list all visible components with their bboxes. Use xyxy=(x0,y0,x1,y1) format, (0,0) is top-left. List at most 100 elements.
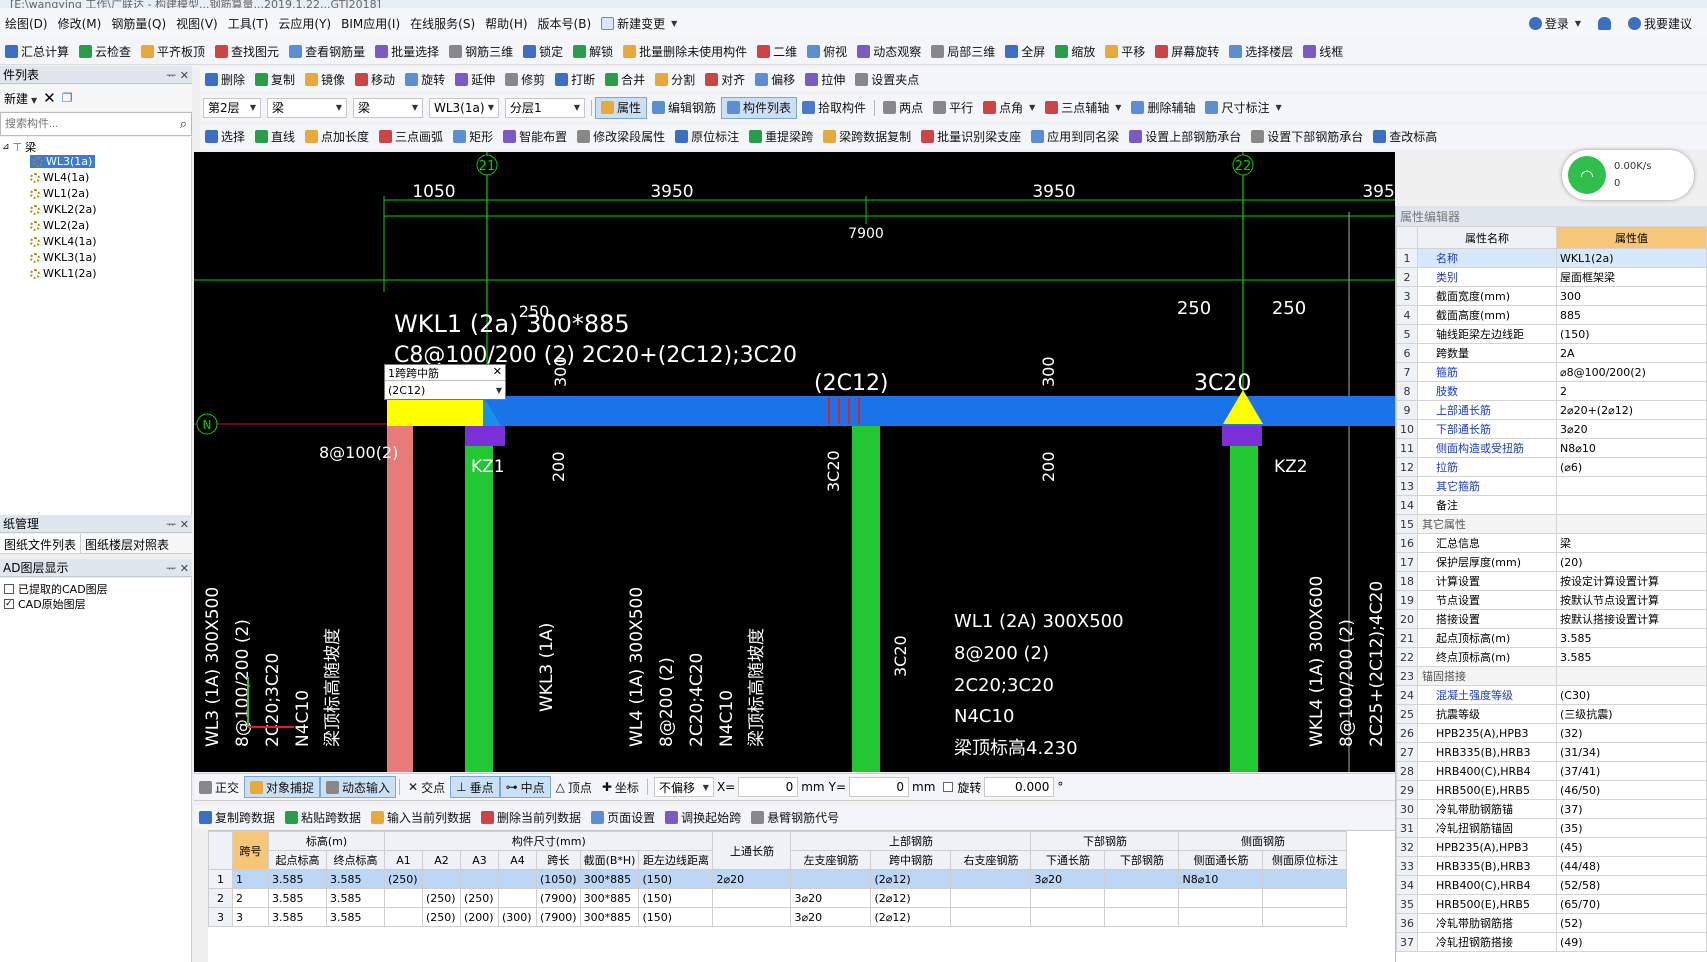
cat1-select[interactable]: 梁 ▼ xyxy=(267,97,347,118)
draw-toolbar-btn-5[interactable]: 智能布置 xyxy=(498,124,572,149)
menu-bim[interactable]: BIM应用(I) xyxy=(336,8,405,38)
prop-row[interactable]: 36 冷轧带肋钢筋搭 (52) xyxy=(1396,913,1707,933)
main-toolbar-btn-15[interactable]: 缩放 xyxy=(1050,38,1100,64)
menu-version[interactable]: 版本号(B) xyxy=(533,8,597,38)
layer-extracted[interactable]: 已提取的CAD图层 xyxy=(4,581,108,597)
tab-drawing-files[interactable]: 图纸文件列表 xyxy=(0,534,82,553)
parallel-button[interactable]: 平行 xyxy=(928,94,978,121)
draw-toolbar-btn-8[interactable]: 重提梁跨 xyxy=(744,124,818,149)
main-toolbar-btn-16[interactable]: 平移 xyxy=(1100,38,1150,64)
floor-select[interactable]: 第2层 ▼ xyxy=(203,97,261,118)
prop-row[interactable]: 24 混凝土强度等级 (C30) xyxy=(1396,685,1707,705)
draw-toolbar-btn-6[interactable]: 修改梁段属性 xyxy=(572,124,670,149)
snap-intersect[interactable]: ✕ 交点 xyxy=(403,774,450,800)
comp-select[interactable]: WL3(1a) ▼ xyxy=(429,97,499,118)
prop-row[interactable]: 19 节点设置 按默认节点设置计算 xyxy=(1396,590,1707,610)
table-row[interactable]: 2 2 3.585 3.585 (250) (250) (7900) 300*885 (150)… xyxy=(208,888,1348,908)
main-toolbar-btn-18[interactable]: 选择楼层 xyxy=(1224,38,1298,64)
popup-close-icon[interactable]: ✕ xyxy=(493,365,502,380)
tree-item-wkl1[interactable]: WKL1(2a) xyxy=(30,267,97,280)
main-toolbar-btn-5[interactable]: 批量选择 xyxy=(370,38,444,64)
main-toolbar-btn-1[interactable]: 云检查 xyxy=(74,38,136,64)
prop-row[interactable]: 22 终点顶标高(m) 3.585 xyxy=(1396,647,1707,667)
prop-row[interactable]: 16 汇总信息梁 xyxy=(1396,533,1707,553)
main-toolbar-btn-7[interactable]: 锁定 xyxy=(518,38,568,64)
table-toolbar-btn-4[interactable]: 页面设置 xyxy=(586,805,660,829)
main-toolbar-btn-8[interactable]: 解锁 xyxy=(568,38,618,64)
main-toolbar-btn-13[interactable]: 局部三维 xyxy=(926,38,1000,64)
prop-row[interactable]: 18 计算设置 按设定计算设置计算 xyxy=(1396,571,1707,591)
cat2-select[interactable]: 梁 ▼ xyxy=(353,97,423,118)
del-aux-button[interactable]: 删除辅轴 xyxy=(1126,94,1200,121)
draw-toolbar-btn-1[interactable]: 直线 xyxy=(250,124,300,149)
prop-row[interactable]: 12 拉筋 (⌀6) xyxy=(1396,457,1707,477)
edit-toolbar-btn-12[interactable]: 拉伸 xyxy=(800,67,850,92)
pick-comp-button[interactable]: 拾取构件 xyxy=(797,94,871,121)
prop-row[interactable]: 13 其它箍筋 xyxy=(1396,476,1707,496)
prop-row[interactable]: 5 轴线距梁左边线距 (150) xyxy=(1396,324,1707,344)
prop-row[interactable]: 11 侧面构造或受扭筋 N8⌀10 xyxy=(1396,438,1707,458)
draw-toolbar-btn-2[interactable]: 点加长度 xyxy=(300,124,374,149)
prop-row[interactable]: 21 起点顶标高(m) 3.585 xyxy=(1396,628,1707,648)
chevron-down-icon[interactable]: ▼ xyxy=(496,386,502,395)
layer-original[interactable]: ✓ CAD原始图层 xyxy=(4,596,86,612)
edit-toolbar-btn-8[interactable]: 合并 xyxy=(600,67,650,92)
tree-item-wl2[interactable]: WL2(2a) xyxy=(30,219,89,232)
menu-rebar[interactable]: 钢筋量(Q) xyxy=(106,8,171,38)
snap-perp[interactable]: ⊥ 垂点 xyxy=(450,776,500,798)
edit-toolbar-btn-10[interactable]: 对齐 xyxy=(700,67,750,92)
edit-rebar-button[interactable]: 编辑钢筋 xyxy=(647,94,721,121)
main-toolbar-btn-17[interactable]: 屏幕旋转 xyxy=(1150,38,1224,64)
prop-row[interactable]: 32 HPB235(A),HPB3 (45) xyxy=(1396,837,1707,857)
point-angle-button[interactable]: 点角 ▼ xyxy=(978,94,1040,121)
edit-toolbar-btn-2[interactable]: 镜像 xyxy=(300,67,350,92)
search-icon[interactable]: ⌕ xyxy=(180,117,187,132)
draw-toolbar-btn-11[interactable]: 应用到同名梁 xyxy=(1026,124,1124,149)
prop-row[interactable]: 4 截面高度(mm) 885 xyxy=(1396,305,1707,325)
main-toolbar-btn-4[interactable]: 查看钢筋量 xyxy=(284,38,370,64)
table-toolbar-btn-0[interactable]: 复制跨数据 xyxy=(194,805,280,829)
ortho-toggle[interactable]: 正交 xyxy=(194,774,244,800)
prop-row[interactable]: 34 HRB400(C),HRB4 (52/58) xyxy=(1396,875,1707,895)
prop-row[interactable]: 31 冷轧扭钢筋锚固 (35) xyxy=(1396,818,1707,838)
edit-toolbar-btn-3[interactable]: 移动 xyxy=(350,67,400,92)
main-toolbar-btn-0[interactable]: 汇总计算 xyxy=(0,38,74,64)
tree-item-wkl4[interactable]: WKL4(1a) xyxy=(30,235,97,248)
drawing-canvas[interactable]: 21 22 N 1050 3950 3950 3950 7900 250 250… xyxy=(194,152,1395,772)
prop-row[interactable]: 33 HRB335(B),HRB3 (44/48) xyxy=(1396,856,1707,876)
prop-row[interactable]: 15 其它属性 xyxy=(1396,514,1707,534)
login-button[interactable]: 登录 ▼ xyxy=(1524,15,1586,32)
snap-mid[interactable]: ⊶ 中点 xyxy=(499,776,551,798)
draw-toolbar-btn-7[interactable]: 原位标注 xyxy=(670,124,744,149)
prop-row[interactable]: 27 HRB335(B),HRB3 (31/34) xyxy=(1396,742,1707,762)
main-toolbar-btn-12[interactable]: 动态观察 xyxy=(852,38,926,64)
copy-icon[interactable]: ❐ xyxy=(62,91,73,105)
tab-floor-map[interactable]: 图纸楼层对照表 xyxy=(81,534,173,553)
delete-icon[interactable]: ✕ xyxy=(43,89,56,107)
prop-row[interactable]: 10 下部通长筋 3⌀20 xyxy=(1396,419,1707,439)
two-point-button[interactable]: 两点 xyxy=(878,94,928,121)
menu-online[interactable]: 在线服务(S) xyxy=(405,8,480,38)
three-point-aux-button[interactable]: 三点辅轴 ▼ xyxy=(1040,94,1126,121)
edit-toolbar-btn-11[interactable]: 偏移 xyxy=(750,67,800,92)
new-comp-button[interactable]: 新建 ▼ xyxy=(4,90,37,107)
edit-toolbar-btn-4[interactable]: 旋转 xyxy=(400,67,450,92)
prop-row[interactable]: 17 保护层厚度(mm) (20) xyxy=(1396,552,1707,572)
span-popup[interactable]: 1跨跨中筋 ✕ (2C12) ▼ xyxy=(384,364,506,400)
menu-cloud[interactable]: 云应用(Y) xyxy=(273,8,336,38)
comp-search-input[interactable] xyxy=(5,118,155,130)
main-toolbar-btn-10[interactable]: 二维 xyxy=(752,38,802,64)
rotate-checkbox[interactable] xyxy=(943,782,954,792)
prop-row[interactable]: 8 肢数 2 xyxy=(1396,381,1707,401)
prop-row[interactable]: 1 名称 WKL1(2a) xyxy=(1396,248,1707,268)
x-input[interactable]: 0 xyxy=(738,777,799,797)
popup-value[interactable]: (2C12) xyxy=(388,384,425,397)
menu-new-change[interactable]: 新建变更 ▼ xyxy=(596,8,682,38)
prop-row[interactable]: 23 锚固搭接 xyxy=(1396,666,1707,686)
draw-toolbar-btn-12[interactable]: 设置上部钢筋承台 xyxy=(1124,124,1246,149)
object-snap-toggle[interactable]: 对象捕捉 xyxy=(244,776,321,798)
y-input[interactable]: 0 xyxy=(849,777,909,797)
bell-icon[interactable] xyxy=(1597,16,1611,30)
table-toolbar-btn-2[interactable]: 输入当前列数据 xyxy=(366,805,476,829)
prop-row[interactable]: 29 HRB500(E),HRB5 (46/50) xyxy=(1396,780,1707,800)
